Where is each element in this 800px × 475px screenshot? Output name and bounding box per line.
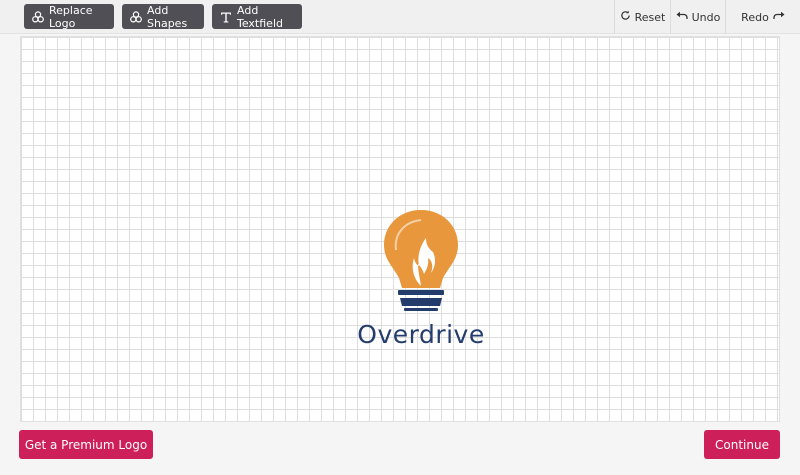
design-canvas[interactable]: Overdrive [20, 36, 780, 422]
shapes-icon [32, 10, 44, 23]
replace-logo-button[interactable]: Replace Logo [24, 3, 114, 30]
get-premium-logo-button[interactable]: Get a Premium Logo [19, 430, 153, 459]
add-textfield-label: Add Textfield [237, 3, 283, 30]
redo-button[interactable]: Redo [725, 0, 800, 34]
undo-label: Undo [691, 10, 721, 24]
redo-label: Redo [741, 10, 769, 24]
continue-button[interactable]: Continue [704, 430, 780, 459]
text-icon [220, 11, 232, 23]
reset-button[interactable]: Reset [614, 0, 670, 34]
reset-label: Reset [634, 10, 666, 24]
lightbulb-flame-icon [384, 210, 458, 311]
add-textfield-button[interactable]: Add Textfield [212, 3, 302, 30]
undo-icon [676, 11, 688, 24]
editor-toolbar: Replace Logo Add Shapes Add Textfield Re… [0, 0, 800, 34]
brand-name-text[interactable]: Overdrive [352, 320, 490, 349]
replace-logo-label: Replace Logo [49, 3, 93, 30]
add-shapes-label: Add Shapes [147, 3, 188, 30]
redo-icon [773, 11, 785, 24]
reset-icon [620, 10, 631, 24]
add-shapes-button[interactable]: Add Shapes [122, 3, 204, 30]
shapes-icon [130, 10, 142, 23]
history-controls: Reset Undo Redo [614, 0, 800, 34]
undo-button[interactable]: Undo [670, 0, 725, 34]
